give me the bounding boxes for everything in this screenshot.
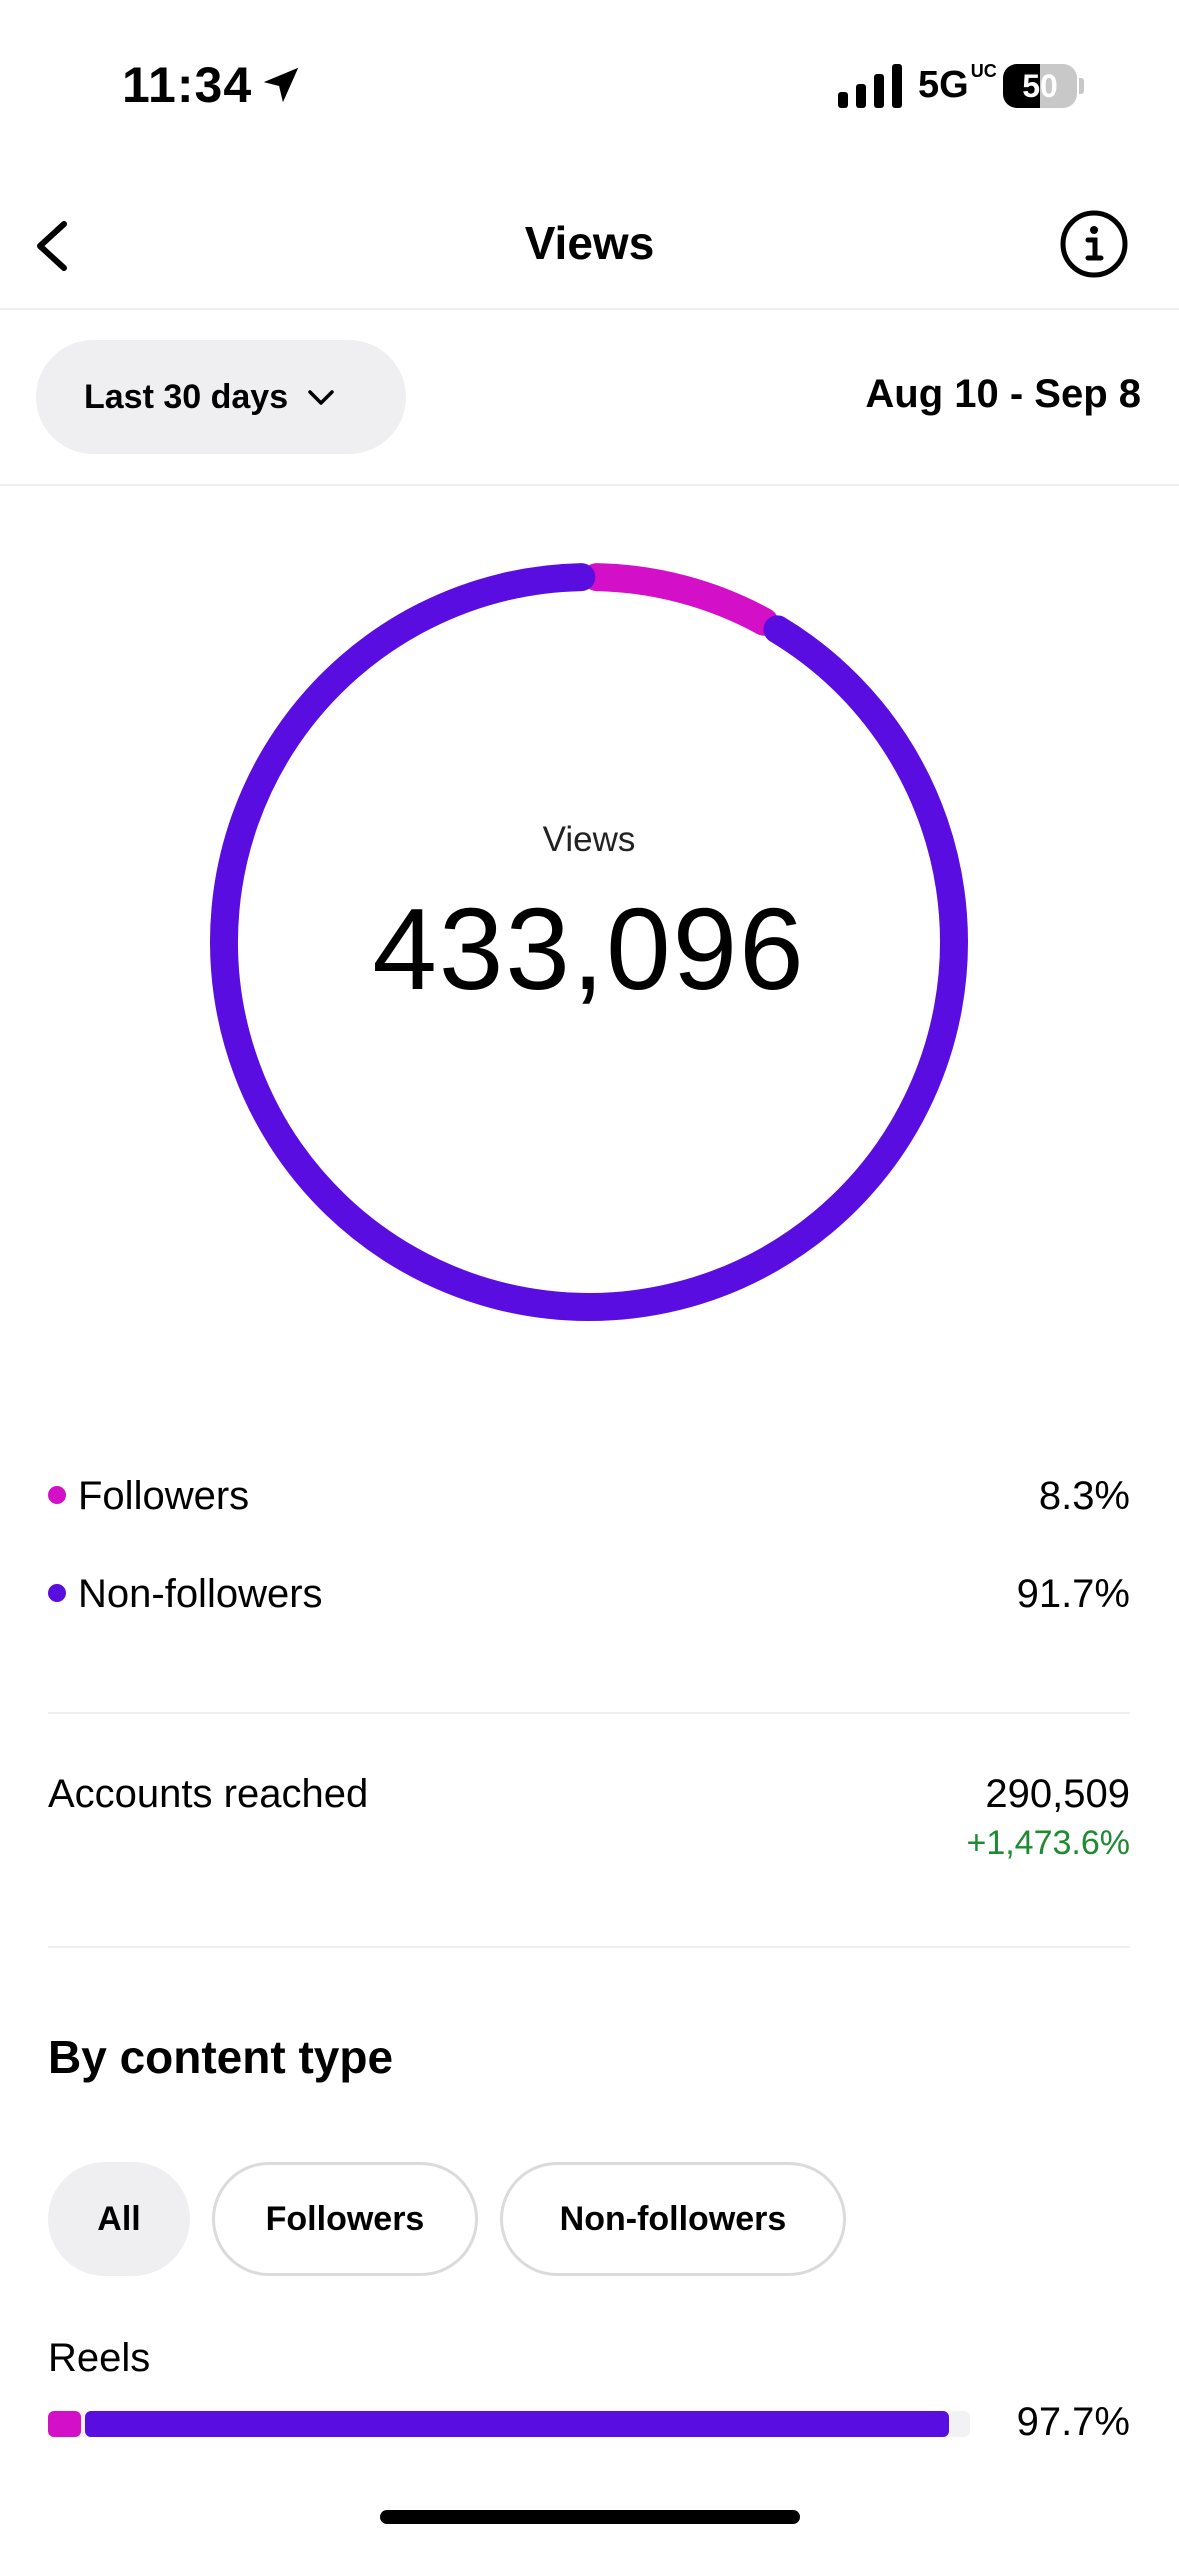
chip-label: Followers xyxy=(265,2199,425,2238)
status-time: 11:34 xyxy=(122,57,253,113)
chip-followers[interactable]: Followers xyxy=(212,2162,478,2276)
location-arrow-icon xyxy=(263,67,299,103)
filter-row: Last 30 days Aug 10 - Sep 8 xyxy=(0,312,1179,486)
chip-non-followers[interactable]: Non-followers xyxy=(500,2162,846,2276)
legend-value: 91.7% xyxy=(1016,1572,1130,1616)
legend-label: Non-followers xyxy=(78,1572,323,1616)
chip-label: Non-followers xyxy=(559,2199,787,2238)
accounts-reached-value: 290,509 xyxy=(985,1772,1130,1816)
total-views: 433,096 xyxy=(372,884,806,1014)
donut-caption: Views xyxy=(542,820,636,859)
reels-bar-non-followers xyxy=(85,2411,949,2437)
divider xyxy=(48,1946,1130,1948)
header: Views xyxy=(0,190,1179,310)
reels-label: Reels xyxy=(48,2336,151,2380)
chip-label: All xyxy=(97,2199,141,2238)
chip-all[interactable]: All xyxy=(48,2162,190,2276)
legend-row-followers: Followers 8.3% xyxy=(48,1468,1130,1528)
section-title: By content type xyxy=(48,2031,394,2083)
signal-bars-icon xyxy=(838,64,902,108)
page-title: Views xyxy=(524,217,655,269)
status-bar: 11:34 5G UC 50 xyxy=(0,0,1179,160)
battery-icon: 50 xyxy=(1003,64,1084,108)
divider xyxy=(48,1712,1130,1714)
home-indicator xyxy=(380,2510,800,2524)
reels-value: 97.7% xyxy=(1016,2400,1130,2444)
chevron-down-icon xyxy=(308,390,334,405)
date-range-dropdown-label: Last 30 days xyxy=(84,377,289,416)
info-circle-icon[interactable] xyxy=(1058,208,1130,280)
legend-value: 8.3% xyxy=(1038,1474,1130,1518)
accounts-reached-label: Accounts reached xyxy=(48,1772,369,1816)
reels-bar-followers xyxy=(48,2411,82,2437)
reels-bar xyxy=(48,2411,970,2437)
donut-segment-followers xyxy=(582,563,779,636)
legend-row-non-followers: Non-followers 91.7% xyxy=(48,1566,1130,1626)
network-indicator: 5G UC xyxy=(918,61,997,106)
battery-level: 50 xyxy=(1022,68,1058,104)
date-range-dropdown[interactable]: Last 30 days xyxy=(36,340,406,454)
date-range-text: Aug 10 - Sep 8 xyxy=(865,372,1141,416)
legend-label: Followers xyxy=(78,1474,250,1518)
views-donut-chart: Views 433,096 xyxy=(209,562,969,1322)
accounts-reached-change: +1,473.6% xyxy=(966,1824,1130,1862)
non-followers-dot xyxy=(48,1584,66,1602)
followers-dot xyxy=(48,1486,66,1504)
